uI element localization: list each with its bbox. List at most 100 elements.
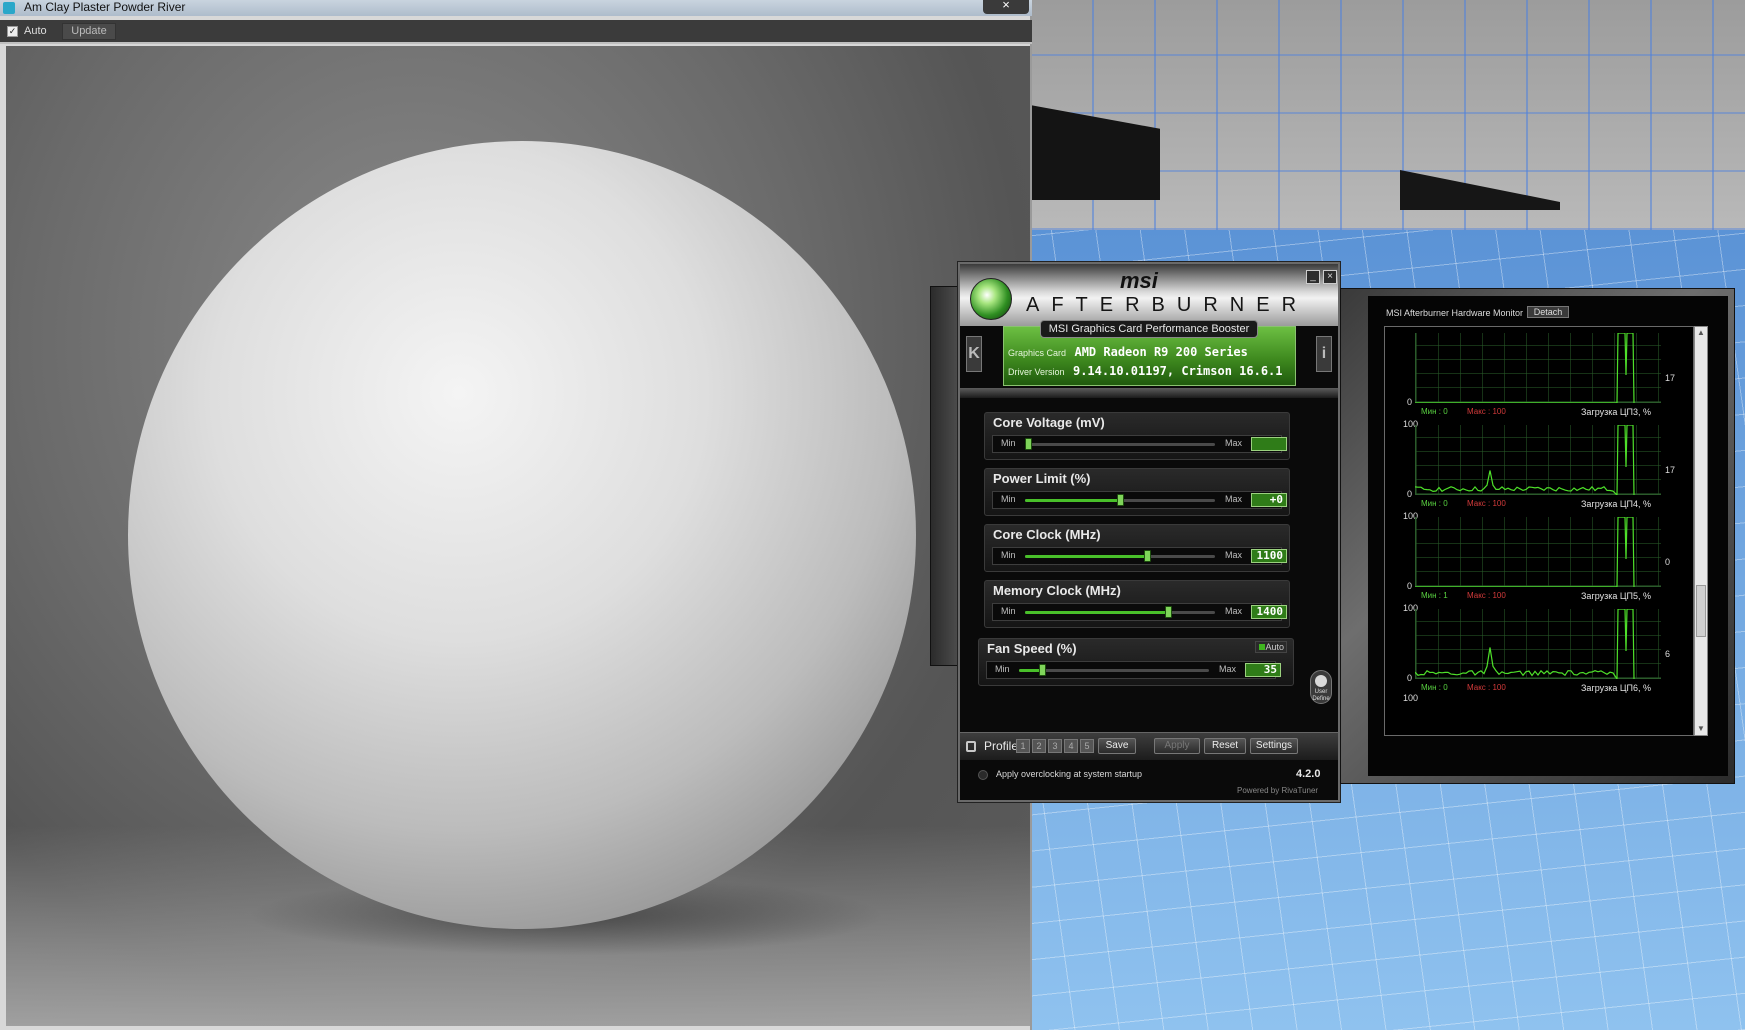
graph-label: Загрузка ЦП5, % [1581, 591, 1652, 601]
graph-current-value: 6 [1665, 649, 1671, 659]
afterburner-logo-icon [970, 278, 1012, 320]
slider-min-label: Min [1001, 550, 1016, 560]
slider-max-label: Max [1225, 550, 1243, 560]
render-toolbar: ✓ Auto Update [0, 20, 1032, 44]
powered-by-label: Powered by RivaTuner [1237, 786, 1319, 795]
core-clock-value[interactable]: 1100 [1251, 549, 1287, 563]
msi-brand: msi [1120, 268, 1158, 293]
core-voltage-slider[interactable] [1025, 438, 1215, 450]
profile-slot-1[interactable]: 1 [1016, 739, 1030, 753]
info-button[interactable]: i [1316, 336, 1332, 372]
lock-icon[interactable] [966, 741, 976, 752]
save-button[interactable]: Save [1098, 738, 1136, 754]
graph-max-text: Макс : 100 [1467, 499, 1506, 508]
graph-panel-cpu6: 100 0 6 Мин : 0 Макс : 100 Загрузка ЦП6,… [1385, 603, 1693, 707]
slider-min-label: Min [1001, 438, 1016, 448]
scroll-thumb[interactable] [1696, 585, 1706, 637]
close-button[interactable]: × [983, 0, 1029, 14]
auto-checkbox[interactable]: ✓ [7, 26, 18, 37]
auto-label: Auto [24, 25, 47, 37]
graphics-card-row: Graphics Card AMD Radeon R9 200 Series [1008, 343, 1248, 361]
update-button[interactable]: Update [62, 23, 116, 40]
profile-slot-2[interactable]: 2 [1032, 739, 1046, 753]
graph-min-text: Мин : 0 [1421, 683, 1448, 692]
afterburner-product-name: AFTERBURNER [1026, 294, 1309, 316]
minimize-icon[interactable]: _ [1306, 270, 1320, 284]
slider-thumb[interactable] [1025, 438, 1032, 450]
graph-min-text: Мин : 0 [1421, 407, 1448, 416]
memory-clock-slider[interactable] [1025, 606, 1215, 618]
graph-zero-label: 0 [1407, 397, 1413, 407]
slider-min-label: Min [1001, 606, 1016, 616]
afterburner-window: msi AFTERBURNER _ × Graphics Card AMD Ra… [930, 262, 1340, 802]
memory-clock-bar: Min Max 1400 [992, 603, 1287, 621]
graph-area: 0 17 Мин : 0 Макс : 100 Загрузка ЦП3, % … [1384, 326, 1694, 736]
memory-clock-value[interactable]: 1400 [1251, 605, 1287, 619]
memory-clock-title: Memory Clock (MHz) [993, 583, 1121, 598]
graph-label: Загрузка ЦП4, % [1581, 499, 1652, 509]
driver-version-label: Driver Version [1008, 367, 1065, 377]
slider-max-label: Max [1225, 494, 1243, 504]
profile-bar: Profile 1 2 3 4 5 Save Apply Reset Setti… [960, 732, 1338, 760]
settings-button[interactable]: Settings [1250, 738, 1298, 754]
power-limit-slider[interactable] [1025, 494, 1215, 506]
graph-panel-cpu5: 100 0 0 Мин : 1 Макс : 100 Загрузка ЦП5,… [1385, 511, 1693, 615]
graph-scrollbar[interactable]: ▲ ▼ [1694, 326, 1708, 736]
slider-max-label: Max [1225, 438, 1243, 448]
core-voltage-value[interactable] [1251, 437, 1287, 451]
profile-slot-3[interactable]: 3 [1048, 739, 1062, 753]
graph-max-text: Макс : 100 [1467, 683, 1506, 692]
afterburner-subtitle: MSI Graphics Card Performance Booster [1040, 320, 1258, 338]
window-title: Am Clay Plaster Powder River [24, 0, 186, 14]
afterburner-header[interactable]: msi AFTERBURNER _ × [960, 264, 1338, 326]
version-label: 4.2.0 [1296, 768, 1321, 780]
graph-zero-label: 0 [1407, 581, 1413, 591]
profile-slot-5[interactable]: 5 [1080, 739, 1094, 753]
power-limit-value[interactable]: +0 [1251, 493, 1287, 507]
fan-speed-slider[interactable] [1019, 664, 1209, 676]
graph-max-text: Макс : 100 [1467, 591, 1506, 600]
render-window-titlebar[interactable]: Am Clay Plaster Powder River × [0, 0, 1032, 16]
fan-speed-value[interactable]: 35 [1245, 663, 1281, 677]
scroll-up-icon[interactable]: ▲ [1695, 327, 1707, 339]
slider-thumb[interactable] [1165, 606, 1172, 618]
fan-auto-toggle[interactable]: Auto [1255, 641, 1287, 653]
graph-current-value: 0 [1665, 557, 1671, 567]
slider-thumb[interactable] [1144, 550, 1151, 562]
memory-clock-control: Memory Clock (MHz) Min Max 1400 [984, 580, 1290, 628]
hardware-monitor-title: MSI Afterburner Hardware Monitor [1386, 308, 1524, 318]
clay-sphere [128, 141, 916, 929]
graph-line [1415, 609, 1635, 679]
graph-zero-label: 0 [1407, 673, 1413, 683]
apply-button[interactable]: Apply [1154, 738, 1200, 754]
graph-current-value: 17 [1665, 465, 1676, 475]
render-canvas [6, 46, 1030, 1026]
hardware-monitor-window: MSI Afterburner Hardware Monitor Detach … [1340, 288, 1735, 784]
core-voltage-bar: Min Max [992, 435, 1287, 453]
reset-button[interactable]: Reset [1204, 738, 1246, 754]
detach-button[interactable]: Detach [1527, 306, 1569, 318]
slider-thumb[interactable] [1117, 494, 1124, 506]
slider-thumb[interactable] [1039, 664, 1046, 676]
user-define-fan-button[interactable]: User Define [1310, 670, 1332, 704]
graph-line [1415, 333, 1635, 403]
panel-divider [960, 388, 1338, 398]
graphics-card-label: Graphics Card [1008, 348, 1067, 358]
core-clock-title: Core Clock (MHz) [993, 527, 1101, 542]
slider-min-label: Min [1001, 494, 1016, 504]
core-clock-slider[interactable] [1025, 550, 1215, 562]
startup-label: Apply overclocking at system startup [996, 769, 1143, 779]
startup-toggle[interactable] [978, 770, 988, 780]
close-icon[interactable]: × [1323, 270, 1337, 284]
slider-max-label: Max [1225, 606, 1243, 616]
skin-prev-button[interactable]: K [966, 336, 982, 372]
fan-speed-bar: Min Max 35 [986, 661, 1281, 679]
scroll-down-icon[interactable]: ▼ [1695, 723, 1707, 735]
afterburner-left-wing [930, 286, 960, 666]
power-limit-bar: Min Max +0 [992, 491, 1287, 509]
graph-max-text: Макс : 100 [1467, 407, 1506, 416]
slider-fill [1025, 499, 1120, 502]
fan-speed-control: Fan Speed (%) Auto Min Max 35 [978, 638, 1294, 686]
core-clock-control: Core Clock (MHz) Min Max 1100 [984, 524, 1290, 572]
profile-slot-4[interactable]: 4 [1064, 739, 1078, 753]
